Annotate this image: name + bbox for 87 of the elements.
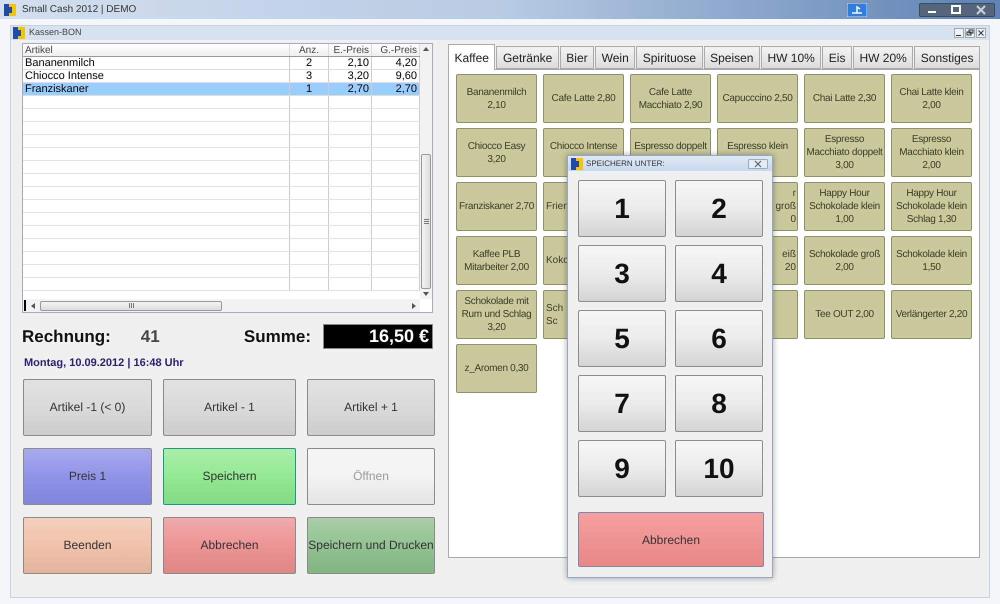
table-cell: 2 bbox=[290, 57, 329, 69]
table-cell: 2,70 bbox=[329, 83, 372, 95]
minimize-icon[interactable] bbox=[954, 28, 964, 38]
invoice-label: Rechnung: bbox=[22, 326, 111, 348]
grip-icon bbox=[424, 219, 428, 224]
up-arrow-icon[interactable] bbox=[423, 47, 429, 51]
product-button[interactable]: Cafe Latte Macchiato 2,90 bbox=[630, 74, 711, 123]
table-cell: 3,20 bbox=[329, 70, 372, 82]
app-logo-icon bbox=[571, 158, 583, 170]
right-arrow-icon[interactable] bbox=[412, 302, 416, 308]
table-cell: 3 bbox=[290, 70, 329, 82]
restore-icon[interactable] bbox=[965, 28, 975, 38]
table-row[interactable]: Franziskaner 1 2,70 2,70 bbox=[23, 83, 420, 96]
scrollbar-thumb[interactable] bbox=[421, 154, 431, 289]
product-button[interactable]: Schokolade klein 1,50 bbox=[891, 236, 972, 285]
table-row[interactable]: Chiocco Intense 3 3,20 9,60 bbox=[23, 70, 420, 83]
product-button[interactable]: Bananenmilch 2,10 bbox=[456, 74, 537, 123]
table-cell: Bananenmilch bbox=[23, 57, 290, 69]
total-display: 16,50 € bbox=[323, 324, 433, 349]
product-button[interactable]: Tee OUT 2,00 bbox=[804, 290, 885, 339]
action-button[interactable]: Speichern und Drucken bbox=[307, 516, 435, 574]
left-arrow-icon[interactable] bbox=[31, 302, 35, 308]
table-cell: Franziskaner bbox=[23, 83, 290, 95]
column-header[interactable]: Anz. bbox=[290, 44, 329, 56]
product-button[interactable]: Happy Hour Schokolade klein 1,00 bbox=[804, 182, 885, 231]
category-tab[interactable]: HW 20% bbox=[852, 46, 914, 69]
category-tab[interactable]: Eis bbox=[822, 46, 852, 69]
product-button[interactable]: Happy Hour Schokolade klein Schlag 1,30 bbox=[891, 182, 972, 231]
number-key[interactable]: 8 bbox=[675, 375, 763, 432]
number-key[interactable]: 10 bbox=[675, 440, 763, 497]
horizontal-scrollbar[interactable] bbox=[23, 299, 420, 312]
product-button[interactable]: Schokolade mit Rum und Schlag 3,20 bbox=[456, 290, 537, 339]
column-header[interactable]: Artikel bbox=[23, 44, 290, 56]
category-tab[interactable]: Spirituose bbox=[636, 46, 703, 69]
app-logo-icon bbox=[13, 27, 25, 39]
action-button[interactable]: Artikel -1 (< 0) bbox=[23, 378, 152, 436]
action-button[interactable]: Artikel - 1 bbox=[163, 378, 296, 436]
close-icon[interactable] bbox=[748, 158, 768, 168]
number-key[interactable]: 7 bbox=[578, 375, 666, 432]
product-button[interactable]: Chai Latte klein 2,00 bbox=[891, 74, 972, 123]
app-logo-icon bbox=[4, 4, 16, 16]
action-button[interactable]: Preis 1 bbox=[23, 448, 152, 504]
product-button[interactable]: Capucccino 2,50 bbox=[717, 74, 798, 123]
invoice-number: 41 bbox=[140, 326, 160, 348]
column-header[interactable]: E.-Preis bbox=[329, 44, 372, 56]
total-label: Summe: bbox=[244, 326, 311, 348]
vertical-scrollbar[interactable] bbox=[420, 44, 432, 299]
table-cell: Chiocco Intense bbox=[23, 70, 290, 82]
number-key[interactable]: 9 bbox=[578, 440, 666, 497]
table-cell: 2,10 bbox=[329, 57, 372, 69]
action-button[interactable]: Abbrechen bbox=[163, 516, 296, 574]
action-button[interactable]: Beenden bbox=[23, 516, 152, 574]
table-row[interactable]: Bananenmilch 2 2,10 4,20 bbox=[23, 57, 420, 70]
category-tab[interactable]: HW 10% bbox=[760, 46, 822, 69]
product-button[interactable]: Cafe Latte 2,80 bbox=[543, 74, 624, 123]
category-tab[interactable]: Wein bbox=[595, 46, 636, 69]
action-button[interactable]: Speichern bbox=[163, 448, 296, 504]
category-tab[interactable]: Speisen bbox=[704, 46, 760, 69]
number-key[interactable]: 4 bbox=[675, 245, 763, 302]
number-key[interactable]: 6 bbox=[675, 310, 763, 367]
cancel-button[interactable]: Abbrechen bbox=[578, 512, 764, 567]
down-arrow-icon[interactable] bbox=[423, 292, 429, 296]
product-button[interactable]: Schokolade groß 2,00 bbox=[804, 236, 885, 285]
category-tab[interactable]: Sonstiges bbox=[914, 46, 980, 69]
product-button[interactable]: Espresso Macchiato klein 2,00 bbox=[891, 128, 972, 177]
child-window-title: Kassen-BON bbox=[29, 26, 82, 40]
category-tab[interactable]: Getränke bbox=[496, 46, 559, 69]
window-title: Small Cash 2012 | DEMO bbox=[22, 3, 136, 17]
number-key[interactable]: 1 bbox=[578, 180, 666, 237]
grip-icon bbox=[128, 303, 134, 308]
product-button[interactable]: z_Aromen 0,30 bbox=[456, 344, 537, 393]
number-key[interactable]: 5 bbox=[578, 310, 666, 367]
category-tab[interactable]: Bier bbox=[560, 46, 594, 69]
action-button[interactable]: Artikel + 1 bbox=[307, 378, 435, 436]
scrollbar-thumb[interactable] bbox=[40, 300, 222, 310]
product-button[interactable]: Chiocco Easy 3,20 bbox=[456, 128, 537, 177]
category-tab[interactable]: Kaffee bbox=[448, 44, 496, 70]
product-button[interactable]: Verlängerter 2,20 bbox=[891, 290, 972, 339]
close-icon[interactable] bbox=[976, 28, 986, 38]
product-button[interactable]: Kaffee PLB Mitarbeiter 2,00 bbox=[456, 236, 537, 285]
date-time: Montag, 10.09.2012 | 16:48 Uhr bbox=[24, 356, 185, 371]
table-cell: 1 bbox=[290, 83, 329, 95]
number-key[interactable]: 2 bbox=[675, 180, 763, 237]
product-button[interactable]: Espresso Macchiato doppelt 3,00 bbox=[804, 128, 885, 177]
number-key[interactable]: 3 bbox=[578, 245, 666, 302]
product-button[interactable]: Franziskaner 2,70 bbox=[456, 182, 537, 231]
product-button[interactable]: Chai Latte 2,30 bbox=[804, 74, 885, 123]
